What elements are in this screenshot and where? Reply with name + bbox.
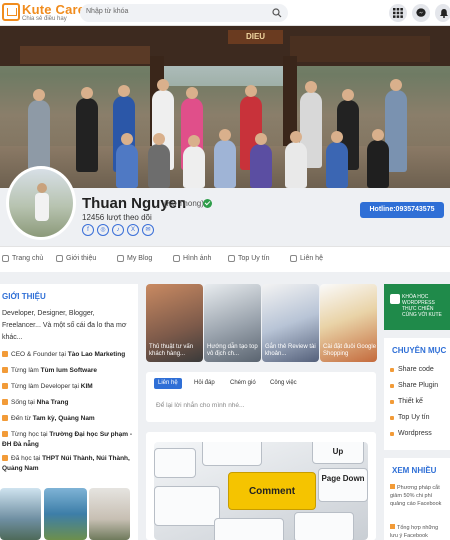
tab-photos[interactable]: Hình ảnh: [173, 255, 211, 262]
tab-jobs[interactable]: Công việc: [266, 378, 301, 389]
profile-nickname: (Ku Thong): [164, 199, 204, 208]
avatar[interactable]: [6, 166, 76, 240]
intro-item: Từng làm Tùm lum Software: [2, 366, 134, 376]
bullet-icon: [390, 383, 394, 388]
tab-qa[interactable]: Hỏi đáp: [190, 378, 219, 389]
cover-sign: DIEU: [228, 30, 283, 44]
follower-count: 12456 lượt theo dõi: [82, 213, 152, 222]
logo-icon[interactable]: [2, 3, 20, 21]
intro-item: CEO & Founder tại Tào Lao Marketing: [2, 350, 134, 360]
bullet-icon: [390, 524, 395, 529]
bullet-icon: [390, 367, 394, 372]
search-placeholder: Nhập từ khóa: [86, 8, 129, 15]
intro-text: Developer, Designer, Blogger, Freelancer…: [2, 310, 127, 341]
category-item[interactable]: Thiết kế: [390, 398, 423, 405]
gallery-photo[interactable]: [44, 488, 87, 540]
intro-item: Đã học tại THPT Núi Thành, Núi Thành, Qu…: [2, 455, 130, 472]
page-down-key: Page Down: [318, 468, 368, 502]
post-card[interactable]: Gắn thẻ Review tài khoản...: [262, 284, 319, 362]
up-key: Up: [312, 442, 364, 464]
popular-card: XEM NHIỀU Phương pháp cắt giảm 50% chi p…: [384, 458, 450, 540]
categories-card: CHUYÊN MỤC Share code Share Plugin Thiết…: [384, 338, 450, 450]
home-icon: [2, 255, 9, 262]
cover-photo: DIEU: [0, 26, 450, 188]
post-card[interactable]: Thủ thuật tư vấn khách hàng...: [146, 284, 203, 362]
tab-contact[interactable]: Liên hệ: [290, 255, 323, 262]
location-icon: [2, 415, 8, 421]
graduation-icon: [2, 431, 8, 437]
tab-contact-msg[interactable]: Liên hệ: [154, 378, 182, 389]
bullet-icon: [390, 415, 394, 420]
tab-chat[interactable]: Chém gió: [226, 378, 260, 389]
blog-icon: [117, 255, 124, 262]
popular-title: XEM NHIỀU: [392, 466, 437, 475]
profile-tabs: Trang chủ Giới thiệu My Blog Hình ảnh To…: [0, 246, 450, 272]
category-item[interactable]: Share code: [390, 366, 434, 373]
mail-icon[interactable]: ✉: [142, 224, 154, 236]
star-icon: [228, 255, 235, 262]
tab-blog[interactable]: My Blog: [117, 255, 152, 262]
video-icon: [390, 294, 400, 304]
bullet-icon: [390, 431, 394, 436]
feed-post[interactable]: Comment Up Page Down: [146, 432, 376, 540]
message-input[interactable]: Để lại lời nhắn cho mình nhé...: [156, 402, 244, 409]
briefcase-icon: [2, 351, 8, 357]
intro-item: Từng làm Developer tại KIM: [2, 382, 134, 392]
category-item[interactable]: Top Uy tín: [390, 414, 430, 421]
grid-icon[interactable]: [389, 4, 407, 22]
brand-name[interactable]: Kute Care: [22, 2, 85, 17]
brand-slogan: Chia sẻ điều hay: [22, 16, 67, 22]
info-icon: [56, 255, 63, 262]
post-card[interactable]: Cài đặt đuôi Google Shopping: [320, 284, 377, 362]
x-icon[interactable]: X: [127, 224, 139, 236]
categories-title: CHUYÊN MỤC: [392, 346, 447, 355]
contact-icon: [290, 255, 297, 262]
keyboard-image: Comment Up Page Down: [154, 442, 368, 540]
search-input[interactable]: Nhập từ khóa: [80, 4, 288, 22]
ad-banner[interactable]: KHÓA HỌC WORDPRESS THỰC CHIẾN CÙNG VỚI K…: [384, 284, 450, 330]
graduation-icon: [2, 455, 8, 461]
tab-about[interactable]: Giới thiệu: [56, 255, 96, 262]
search-icon[interactable]: [272, 8, 282, 18]
tab-top[interactable]: Top Uy tín: [228, 255, 270, 262]
popular-item[interactable]: Tổng hợp những lưu ý Facebook: [390, 524, 446, 540]
verified-icon: [203, 199, 212, 208]
category-item[interactable]: Share Plugin: [390, 382, 438, 389]
gallery-photo[interactable]: [0, 488, 41, 540]
bullet-icon: [390, 399, 394, 404]
intro-item: Sống tại Nha Trang: [2, 398, 134, 408]
intro-title: GIỚI THIỆU: [2, 292, 46, 301]
bell-icon[interactable]: [435, 4, 450, 22]
hotline-button[interactable]: Hotline:0935743575: [360, 202, 444, 218]
post-card[interactable]: Hướng dẫn tạo top vô địch ch...: [204, 284, 261, 362]
ad-text: KHÓA HỌC WORDPRESS THỰC CHIẾN CÙNG VỚI K…: [402, 294, 442, 318]
briefcase-icon: [2, 383, 8, 389]
image-icon: [173, 255, 180, 262]
bullet-icon: [390, 484, 395, 489]
facebook-icon[interactable]: f: [82, 224, 94, 236]
top-header: Kute Care Chia sẻ điều hay Nhập từ khóa: [0, 0, 450, 26]
intro-item: Từng học tại Trường Đại học Sư phạm - ĐH…: [2, 431, 132, 448]
comment-key: Comment: [228, 472, 316, 510]
briefcase-icon: [2, 367, 8, 373]
home-icon: [2, 399, 8, 405]
message-composer: Liên hệ Hỏi đáp Chém gió Công việc Để lạ…: [146, 372, 376, 422]
gallery-photo[interactable]: [89, 488, 130, 540]
popular-item[interactable]: Phương pháp cắt giảm 50% chi phí quảng c…: [390, 484, 446, 508]
instagram-icon[interactable]: ◎: [97, 224, 109, 236]
intro-item: Đến từ Tam kỳ, Quảng Nam: [2, 414, 134, 424]
tiktok-icon[interactable]: ♪: [112, 224, 124, 236]
messenger-icon[interactable]: [412, 4, 430, 22]
tab-home[interactable]: Trang chủ: [2, 255, 43, 262]
category-item[interactable]: Wordpress: [390, 430, 432, 437]
